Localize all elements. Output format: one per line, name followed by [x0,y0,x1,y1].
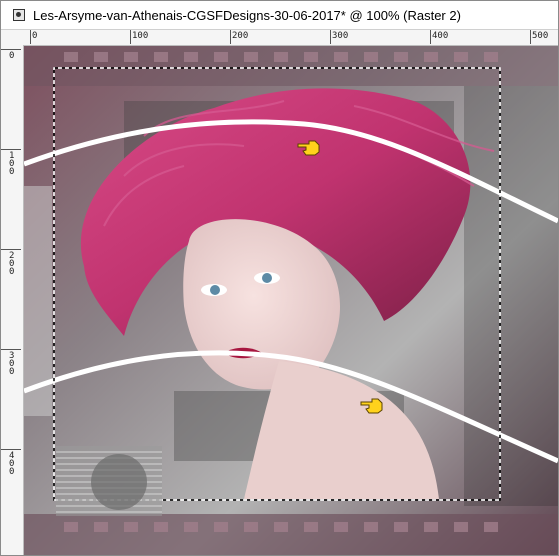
right-iris [262,273,272,283]
document-window: Les-Arsyme-van-Athenais-CGSFDesigns-30-0… [0,0,559,556]
ruler-label: 300 [9,351,15,377]
ruler-label: 200 [232,31,249,41]
watermark-logo [56,446,162,516]
pointing-hand-icon [360,398,383,414]
ruler-tick [1,449,21,450]
image-canvas[interactable] [24,46,558,555]
window-title: Les-Arsyme-van-Athenais-CGSFDesigns-30-0… [33,7,461,23]
ruler-label: 300 [332,31,349,41]
ruler-tick [230,30,231,44]
ruler-tick [1,149,21,150]
mosaic-block [464,86,558,506]
ruler-tick [1,249,21,250]
ruler-label: 200 [9,251,15,277]
horizontal-ruler: 0 100 200 300 400 500 [23,30,558,46]
ruler-tick [130,30,131,44]
ruler-tick [330,30,331,44]
left-iris [210,285,220,295]
ruler-tick [530,30,531,44]
ruler-label: 100 [9,151,15,177]
app-icon[interactable] [13,9,25,21]
ruler-label: 500 [532,31,549,41]
ruler-label: 400 [9,451,15,477]
ruler-corner [1,30,24,46]
ruler-label: 0 [9,51,15,61]
ruler-tick [30,30,31,44]
ruler-label: 100 [132,31,149,41]
ruler-tick [1,349,21,350]
mosaic-band [24,514,558,555]
ruler-tick [1,49,21,50]
ruler-tick [430,30,431,44]
ruler-label: 400 [432,31,449,41]
title-bar[interactable]: Les-Arsyme-van-Athenais-CGSFDesigns-30-0… [1,1,558,30]
pointing-hand-icon [297,140,320,156]
vertical-ruler: 0 100 200 300 400 [1,45,24,555]
ruler-label: 0 [32,31,38,41]
